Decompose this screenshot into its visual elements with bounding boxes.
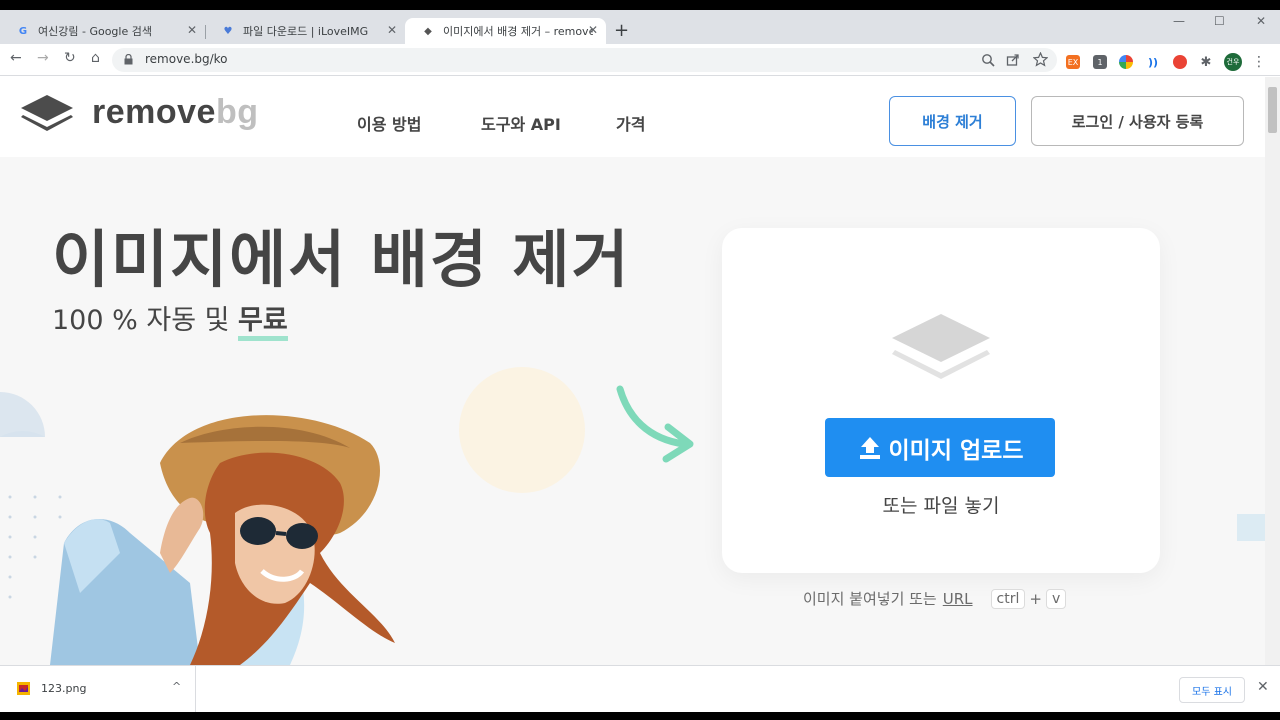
address-bar[interactable]: remove.bg/ko: [112, 48, 1057, 72]
home-icon[interactable]: ⌂: [91, 50, 100, 66]
show-all-downloads-button[interactable]: 모두 표시: [1179, 677, 1245, 703]
browser-toolbar: ← → ↻ ⌂ remove.bg/ko EX 1 )) ✱ 건우 ⋮: [0, 44, 1280, 76]
layers-upload-icon: [892, 314, 990, 379]
nav-pricing[interactable]: 가격: [616, 111, 645, 135]
paste-hint: 이미지 붙여넣기 또는 URL ctrl + v: [803, 588, 1070, 609]
site-header: removebg 이용 방법 도구와 API 가격 배경 제거 로그인 / 사용…: [0, 77, 1265, 157]
layers-logo-icon: [21, 94, 73, 131]
highlight-free: 무료: [238, 305, 288, 341]
tab-google-search[interactable]: G 여신강림 - Google 검색 ✕: [0, 18, 205, 44]
reload-icon[interactable]: ↻: [64, 50, 76, 66]
extension-sound-icon[interactable]: )): [1146, 55, 1160, 69]
download-filename: 123.png: [41, 682, 87, 695]
nav-tools-api[interactable]: 도구와 API: [481, 111, 561, 135]
tab-strip: G 여신강림 - Google 검색 ✕ ♥ 파일 다운로드 | iLoveIM…: [0, 10, 1280, 44]
login-signup-button[interactable]: 로그인 / 사용자 등록: [1031, 96, 1244, 146]
share-icon[interactable]: [1006, 53, 1020, 67]
forward-icon[interactable]: →: [37, 50, 49, 66]
drop-file-text: 또는 파일 놓기: [882, 495, 1000, 517]
google-favicon-icon: G: [18, 25, 28, 37]
hero-title: 이미지에서 배경 제거: [52, 223, 631, 296]
tab-close-icon[interactable]: ✕: [588, 23, 598, 37]
tab-removebg[interactable]: ◆ 이미지에서 배경 제거 – remove ✕: [405, 18, 606, 44]
download-bar: 123.png ^ 모두 표시 ✕: [0, 665, 1280, 712]
browser-menu-icon[interactable]: ⋮: [1252, 54, 1266, 70]
nav-how-to[interactable]: 이용 방법: [357, 111, 421, 135]
key-plus: +: [1029, 589, 1042, 608]
tab-close-icon[interactable]: ✕: [187, 23, 197, 37]
url-link[interactable]: URL: [943, 590, 973, 608]
tab-title: 여신강림 - Google 검색: [38, 25, 152, 38]
woman-hat-photo: [50, 415, 395, 665]
page-viewport: removebg 이용 방법 도구와 API 가격 배경 제거 로그인 / 사용…: [0, 77, 1265, 665]
key-ctrl: ctrl: [990, 588, 1026, 609]
extension-ex-icon[interactable]: EX: [1066, 55, 1080, 69]
page-scrollbar[interactable]: [1265, 77, 1280, 665]
lock-icon: [124, 54, 133, 65]
download-bar-close-icon[interactable]: ✕: [1257, 679, 1269, 695]
remove-background-button[interactable]: 배경 제거: [889, 96, 1016, 146]
profile-avatar[interactable]: 건우: [1224, 53, 1242, 71]
back-icon[interactable]: ←: [10, 50, 22, 66]
upload-card[interactable]: 이미지 업로드 또는 파일 놓기: [722, 228, 1160, 573]
logo-wordmark: removebg: [92, 93, 259, 131]
minimize-icon[interactable]: —: [1173, 14, 1185, 28]
new-tab-button[interactable]: +: [614, 20, 629, 41]
extension-1-icon[interactable]: 1: [1093, 55, 1107, 69]
star-icon[interactable]: [1033, 52, 1048, 67]
extension-red-icon[interactable]: [1173, 55, 1187, 69]
png-file-icon: [17, 682, 30, 695]
extensions-puzzle-icon[interactable]: ✱: [1199, 55, 1213, 70]
key-v: v: [1045, 588, 1067, 609]
window-close-icon[interactable]: ✕: [1256, 14, 1266, 28]
removebg-logo[interactable]: removebg: [20, 93, 259, 132]
zoom-icon[interactable]: [981, 53, 995, 67]
tab-title: 이미지에서 배경 제거 – remove: [443, 25, 593, 38]
download-item[interactable]: 123.png ^: [0, 666, 196, 712]
browser-window: G 여신강림 - Google 검색 ✕ ♥ 파일 다운로드 | iLoveIM…: [0, 10, 1280, 712]
hero-subtitle: 100 % 자동 및 무료: [52, 298, 288, 341]
paste-text: 이미지 붙여넣기 또는: [803, 590, 937, 608]
upload-button-label: 이미지 업로드: [888, 437, 1024, 464]
removebg-favicon-icon: ◆: [424, 25, 432, 37]
tab-iloveimg[interactable]: ♥ 파일 다운로드 | iLoveIMG ✕: [205, 18, 405, 44]
url-text: remove.bg/ko: [145, 52, 228, 66]
chevron-up-icon[interactable]: ^: [172, 680, 181, 693]
heart-favicon-icon: ♥: [223, 25, 233, 37]
extension-color-wheel-icon[interactable]: [1119, 55, 1133, 69]
maximize-icon[interactable]: ☐: [1214, 14, 1225, 28]
tab-close-icon[interactable]: ✕: [387, 23, 397, 37]
upload-arrow-icon: [859, 436, 880, 459]
scrollbar-thumb[interactable]: [1268, 87, 1277, 133]
tab-title: 파일 다운로드 | iLoveIMG: [243, 25, 369, 38]
upload-image-button[interactable]: 이미지 업로드: [825, 418, 1055, 477]
